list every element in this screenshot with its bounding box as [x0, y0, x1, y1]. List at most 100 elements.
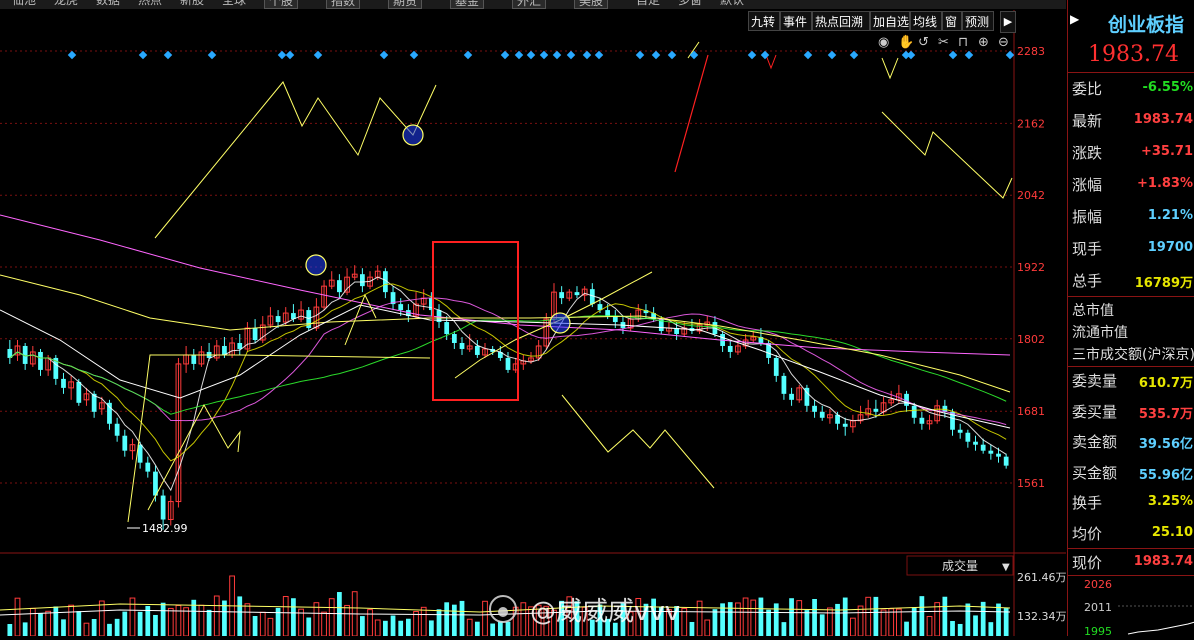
volume-bar [766, 609, 771, 636]
candle-body [574, 292, 580, 296]
volume-bar [451, 604, 457, 636]
zoom-in-icon[interactable]: ⊕ [978, 35, 989, 50]
quote-value: 16789万 [1134, 276, 1193, 291]
y-axis-tick-label: 1922 [1017, 261, 1045, 274]
highlight-circle [549, 312, 571, 334]
event-marker [67, 50, 77, 60]
quote-value: 25.10 [1151, 524, 1193, 540]
volume-bar [198, 604, 205, 637]
quote-row: 委比 -6.55% [1068, 74, 1194, 104]
candle-body [76, 381, 82, 403]
quote-label: 涨跌 [1072, 144, 1103, 162]
candle-body [444, 322, 450, 335]
cut-icon[interactable]: ✂ [938, 35, 949, 50]
toolbar-collapse-icon[interactable]: ▶ [1000, 11, 1016, 33]
index-price: 1983.74 [1088, 42, 1179, 67]
moving-average-line [0, 214, 1011, 356]
volume-bar [750, 599, 757, 637]
annotation-line [765, 54, 777, 70]
volume-bar [83, 622, 90, 637]
event-marker [409, 50, 419, 60]
candle-body [459, 342, 465, 349]
event-marker [500, 50, 510, 60]
volume-bar [98, 600, 105, 637]
quote-label: 最新 [1072, 112, 1103, 130]
candle-body [911, 405, 917, 418]
volume-bar [727, 602, 733, 636]
toolbar-button[interactable]: 均线 [910, 11, 942, 31]
volume-axis-label: 261.46万 [1017, 571, 1066, 584]
candle-body [873, 408, 879, 412]
volume-bar [773, 603, 779, 636]
toolbar-button[interactable]: 窗 [942, 11, 962, 31]
volume-bar [742, 597, 749, 637]
volume-bar [405, 618, 411, 636]
hand-icon[interactable]: ✋ [898, 34, 914, 50]
event-marker [689, 50, 699, 60]
highlight-circle [305, 254, 327, 276]
annotation-line [674, 54, 709, 173]
volume-bar [61, 619, 66, 636]
volume-bar [237, 596, 243, 636]
lock-icon[interactable]: ⊓ [958, 35, 968, 50]
quote-label: 总手 [1072, 272, 1103, 290]
volume-bar [206, 609, 212, 636]
moving-average-line [0, 274, 1011, 393]
quote-label: 总市值 [1072, 303, 1114, 319]
volume-bar [267, 617, 274, 637]
volume-bar [796, 600, 803, 637]
volume-bar [328, 598, 335, 637]
volume-bar [873, 596, 879, 636]
event-marker [277, 50, 287, 60]
candle-body [145, 462, 151, 472]
undo-icon[interactable]: ↺ [918, 35, 929, 50]
volume-bar [681, 607, 688, 637]
event-marker [207, 50, 217, 60]
zoom-out-icon[interactable]: ⊖ [998, 35, 1009, 50]
quote-value: 19700 [1147, 240, 1193, 255]
toolbar-button[interactable]: 预测 [962, 11, 994, 31]
volume-bar [490, 623, 496, 636]
volume-bar [459, 600, 465, 636]
candlestick-chart[interactable]: 2283 2162 2042 1922 1802 1681 1561 1482.99 成交量 ▼ 2… [0, 0, 1067, 637]
quote-row: 最新 1983.74 [1068, 106, 1194, 136]
volume-bar [973, 615, 978, 636]
volume-bar [505, 621, 511, 636]
volume-bar [291, 598, 296, 636]
chart-area[interactable]: 2283 2162 2042 1922 1802 1681 1561 1482.99 成交量 ▼ 2… [0, 0, 1067, 637]
event-marker [138, 50, 148, 60]
quote-label: 现手 [1072, 240, 1103, 258]
candle-body [819, 411, 825, 418]
dropdown-arrow-icon: ▼ [1002, 562, 1010, 573]
event-marker [827, 50, 837, 60]
quote-row: 买金额 55.96亿 [1068, 458, 1194, 488]
toolbar-button[interactable]: 热点回溯 [812, 11, 870, 31]
toolbar-button[interactable]: 事件 [780, 11, 812, 31]
volume-bar [114, 618, 120, 636]
y-axis-tick-label: 2283 [1017, 45, 1045, 58]
candle-body [191, 354, 197, 364]
candle-body [114, 423, 120, 436]
candle-body [160, 495, 166, 520]
event-marker [526, 50, 536, 60]
toolbar-button[interactable]: 九转 [748, 11, 780, 31]
volume-bar [444, 602, 450, 636]
volume-bar [804, 610, 810, 636]
volume-bar [7, 624, 13, 636]
candle-body [996, 453, 1001, 457]
event-marker [552, 50, 562, 60]
candle-body [773, 357, 779, 376]
volume-bar [835, 603, 840, 636]
eye-icon[interactable]: ◉ [878, 35, 889, 50]
volume-bar [107, 623, 112, 636]
volume-bar [306, 617, 312, 636]
panel-expand-icon[interactable]: ▶ [1070, 12, 1079, 26]
volume-bar [390, 615, 396, 636]
y-axis-tick-label: 2042 [1017, 189, 1045, 202]
candle-body [965, 432, 971, 442]
event-marker [463, 50, 473, 60]
volume-bar [183, 607, 189, 637]
toolbar-button[interactable]: 加自选 [870, 11, 910, 31]
volume-bar [880, 609, 887, 637]
event-marker [667, 50, 677, 60]
